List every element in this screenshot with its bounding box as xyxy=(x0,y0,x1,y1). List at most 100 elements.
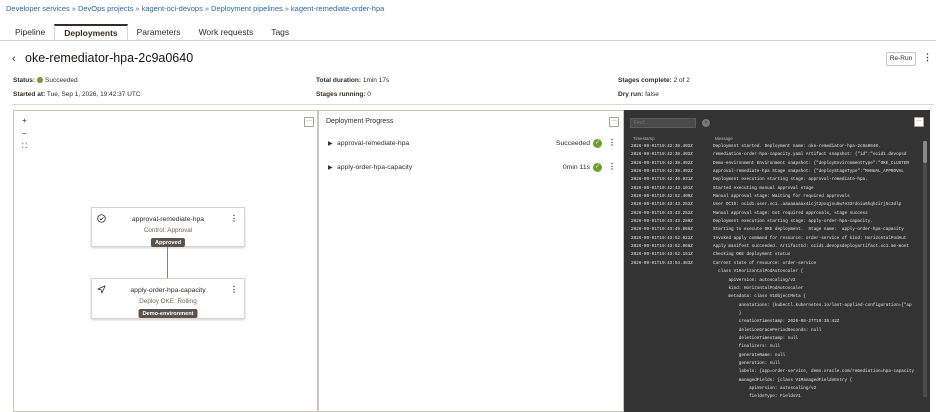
stages-running-value: 0 xyxy=(367,91,371,98)
stage-node-kebab-icon[interactable]: ⋮ xyxy=(230,214,238,223)
tab-work-requests[interactable]: Work requests xyxy=(190,24,263,40)
log-row: 2026-09-01T19:42:52.409Z Manual approval … xyxy=(631,193,921,201)
log-row: 2026-09-01T19:43:43.252Z User OCID: ocid1… xyxy=(631,201,921,209)
log-timestamp: 2026-09-01T19:42:52.409Z xyxy=(631,194,693,200)
log-timestamp: 2026-09-01T19:43:43.280Z xyxy=(631,219,693,225)
fit-to-screen-icon[interactable]: ⛶ xyxy=(22,143,27,150)
stage-node-apply[interactable]: apply-order-hpa-capacity Deploy OKE: Rol… xyxy=(91,278,245,319)
log-message: generateName: null xyxy=(713,352,786,358)
rerun-button[interactable]: Re-Run xyxy=(886,52,916,66)
tab-parameters[interactable]: Parameters xyxy=(128,24,190,40)
log-message: generation: null xyxy=(713,360,781,366)
started-at-field: Started at: Tue, Sep 1, 2026, 19:42:37 U… xyxy=(13,91,141,98)
log-message: annotations: {kubectl.kubernetes.io/last… xyxy=(713,302,912,308)
log-timestamp: 2026-09-01T19:42:43.101Z xyxy=(631,185,693,191)
zoom-out-icon[interactable]: − xyxy=(22,130,27,138)
stages-running-label: Stages running: xyxy=(316,91,366,98)
stage-row-kebab-icon[interactable]: ⋮ xyxy=(608,162,616,171)
progress-more-options-icon[interactable]: ··· xyxy=(609,117,619,127)
log-message: apiVersion: autoscaling/v2 xyxy=(713,385,817,391)
log-message: Deployment started. Deployment name: oke… xyxy=(713,144,881,149)
breadcrumb-separator: » xyxy=(71,4,76,13)
status-label: Status: xyxy=(13,77,36,84)
log-scrollbar-thumb[interactable] xyxy=(923,141,927,163)
log-row: fieldsType: FieldsV1 xyxy=(631,393,921,401)
log-message: creationTimestamp: 2026-08-27T19:35:42Z xyxy=(713,319,840,325)
log-message: Manual approval stage: Waiting for requi… xyxy=(713,194,850,200)
log-row: } xyxy=(631,310,921,318)
log-row: apiVersion: autoscaling/v2 xyxy=(631,277,921,285)
log-row: creationTimestamp: 2026-08-27T19:35:42Z xyxy=(631,318,921,326)
progress-stage-row[interactable]: ▶ apply-order-hpa-capacity 0min 11s ✓ ⋮ xyxy=(328,162,618,175)
stage-node-subtitle: Deploy OKE: Rolling xyxy=(139,298,197,305)
log-more-options-icon[interactable]: ··· xyxy=(914,117,924,127)
expand-caret-icon[interactable]: ▶ xyxy=(328,164,333,171)
clear-find-icon[interactable]: × xyxy=(702,119,710,127)
deployment-log-panel: × ··· Timestamp Message 2026-09-01T19:42… xyxy=(624,110,930,412)
log-message: Deployment execution starting stage: app… xyxy=(713,177,868,183)
tab-tags[interactable]: Tags xyxy=(262,24,298,40)
log-timestamp: 2026-09-01T19:43:52.066Z xyxy=(631,244,693,250)
breadcrumb-link[interactable]: Deployment pipelines xyxy=(211,4,283,13)
progress-stage-row[interactable]: ▶ approval-remediate-hpa Succeeded ✓ ⋮ xyxy=(328,138,618,151)
stage-node-approval[interactable]: approval-remediate-hpa Control: Approval… xyxy=(91,207,245,247)
log-row: metadata: class V1ObjectMeta { xyxy=(631,293,921,301)
breadcrumb-link[interactable]: kagent-oci-devops xyxy=(142,4,203,13)
log-row: 2026-09-01T19:43:54.483Z Current state of… xyxy=(631,260,921,268)
log-message: Deployment execution starting stage: app… xyxy=(713,219,873,225)
log-message: remediation-order-hpa-capacity.yaml Arti… xyxy=(713,152,907,158)
status-field: Status: Succeeded xyxy=(13,77,78,84)
progress-stage-name: apply-order-hpa-capacity xyxy=(337,164,413,171)
stage-row-kebab-icon[interactable]: ⋮ xyxy=(608,138,616,147)
log-row: 2026-09-01T19:42:38.492Z approval-remedia… xyxy=(631,168,921,176)
log-row: 2026-09-01T19:42:38.492Z Demo-environment… xyxy=(631,160,921,168)
log-timestamp: 2026-09-01T19:42:38.492Z xyxy=(631,144,693,149)
tab-deployments[interactable]: Deployments xyxy=(54,24,128,40)
progress-stage-name: approval-remediate-hpa xyxy=(337,140,410,147)
log-scrollbar[interactable] xyxy=(923,141,927,397)
stage-node-subtitle: Control: Approval xyxy=(143,227,193,234)
canvas-more-options-icon[interactable]: ··· xyxy=(304,117,314,127)
log-timestamp: 2026-09-01T19:42:40.931Z xyxy=(631,177,693,183)
zoom-in-icon[interactable]: + xyxy=(22,117,27,125)
success-check-icon: ✓ xyxy=(593,163,602,172)
log-message: Started executing manual approval stage xyxy=(713,185,814,191)
total-duration-value: 1min 17s xyxy=(362,77,390,84)
log-message: apiVersion: autoscaling/v2 xyxy=(713,277,796,283)
breadcrumb-separator: » xyxy=(135,4,140,13)
log-timestamp: 2026-09-01T19:43:49.066Z xyxy=(631,227,693,233)
expand-caret-icon[interactable]: ▶ xyxy=(328,140,333,147)
log-row: 2026-09-01T19:43:52.066Z Apply manifest s… xyxy=(631,243,921,251)
log-row: class V1HorizontalPodAutoscaler { xyxy=(631,268,921,276)
log-row: 2026-09-01T19:43:49.066Z Starting to exec… xyxy=(631,226,921,234)
log-row: deletionGracePeriodSeconds: null xyxy=(631,327,921,335)
breadcrumb-link[interactable]: Developer services xyxy=(6,4,70,13)
log-message: Manual approval stage: Got required appr… xyxy=(713,210,868,216)
dry-run-field: Dry run: false xyxy=(618,91,659,98)
page-actions-kebab-icon[interactable]: ⋮ xyxy=(923,53,932,62)
log-find-input[interactable] xyxy=(630,118,696,128)
status-success-dot-icon xyxy=(37,77,44,83)
log-message: Apply manifest succeeded. ArtifactId: oc… xyxy=(713,244,909,250)
log-timestamp: 2026-09-01T19:43:43.252Z xyxy=(631,202,693,208)
log-row: 2026-09-01T19:42:38.492Z remediation-orde… xyxy=(631,151,921,159)
log-list: 2026-09-01T19:42:38.492Z Deployment start… xyxy=(631,143,921,403)
log-row: managedFields: [class V1ManagedFieldsEnt… xyxy=(631,377,921,385)
back-chevron-icon[interactable]: ‹ xyxy=(12,53,16,65)
log-timestamp: 2026-09-01T19:42:38.492Z xyxy=(631,160,693,166)
log-timestamp: 2026-09-01T19:43:54.483Z xyxy=(631,260,693,266)
log-message: kind: HorizontalPodAutoscaler xyxy=(713,285,804,291)
started-at-label: Started at: xyxy=(13,91,46,98)
log-message: Invoked apply command for resource: orde… xyxy=(713,235,907,241)
log-row: 2026-09-01T19:42:43.101Z Started executin… xyxy=(631,185,921,193)
log-column-timestamp: Timestamp xyxy=(633,136,655,141)
log-message: approval-remediate-hpa Stage snapshot: {… xyxy=(713,169,904,175)
stage-node-badge: Demo-environment xyxy=(138,309,198,318)
stages-complete-value: 2 of 2 xyxy=(673,77,690,84)
breadcrumb-link[interactable]: DevOps projects xyxy=(78,4,133,13)
log-row: generation: null xyxy=(631,360,921,368)
stage-node-kebab-icon[interactable]: ⋮ xyxy=(230,285,238,294)
log-message: User OCID: ocid1.user.oc1..aaaaaaaax4icj… xyxy=(713,202,902,208)
dry-run-label: Dry run: xyxy=(618,91,644,98)
tab-pipeline[interactable]: Pipeline xyxy=(6,24,54,40)
